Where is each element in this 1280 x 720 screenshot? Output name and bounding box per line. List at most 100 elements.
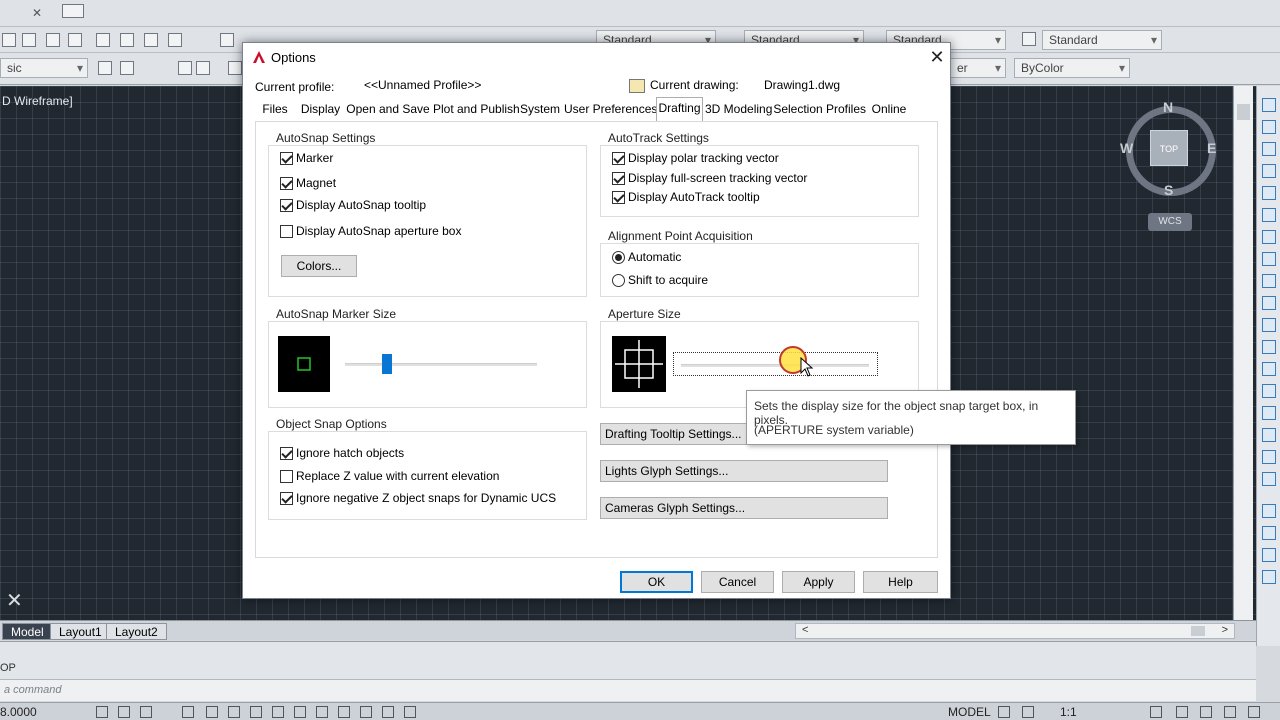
dynamic-input-icon[interactable] [272,706,284,718]
dialog-title-bar[interactable]: Options ✕ [243,43,950,73]
tab-files[interactable]: Files [255,99,295,121]
quick-properties-icon[interactable] [404,706,416,718]
scroll-thumb[interactable] [1237,104,1250,120]
model-grid-icon[interactable] [998,706,1010,718]
automatic-radio[interactable] [612,251,625,264]
group-select-icon[interactable] [1262,570,1276,584]
replace-z-checkbox[interactable] [280,470,293,483]
move-icon[interactable] [1262,230,1276,244]
explode-icon[interactable] [1262,472,1276,486]
selection-cycling-icon[interactable] [338,706,350,718]
dynamic-ucs-icon[interactable] [250,706,262,718]
chamfer-icon[interactable] [1262,406,1276,420]
print-icon[interactable] [46,33,60,47]
tab-layout1[interactable]: Layout1 [50,623,111,640]
snap-icon[interactable] [118,706,130,718]
scroll-left-icon[interactable]: < [802,624,808,636]
scale-icon[interactable] [1262,274,1276,288]
scroll-thumb-horizontal[interactable] [1191,626,1205,636]
compass-west[interactable]: W [1120,140,1133,156]
search-icon[interactable] [22,33,36,47]
publish-icon[interactable] [68,33,82,47]
close-icon[interactable]: ✕ [926,46,948,68]
annotation-scale[interactable]: 1:1 [1060,705,1077,719]
aperture-size-track[interactable] [681,364,869,367]
tab-model[interactable]: Model [2,623,53,640]
ignore-hatch-checkbox[interactable] [280,447,293,460]
plus-icon[interactable] [1176,706,1188,718]
polar-tracking-checkbox[interactable] [612,152,625,165]
color-fragment-select[interactable]: er [950,58,1006,78]
tab-plot-and-publish[interactable]: Plot and Publish [433,99,520,121]
lights-glyph-settings-button[interactable]: Lights Glyph Settings... [600,460,888,482]
marker-size-track[interactable] [345,363,537,366]
autotrack-tooltip-checkbox[interactable] [612,191,625,204]
tab-open-and-save[interactable]: Open and Save [346,99,430,121]
copy-icon[interactable] [120,33,134,47]
blend-icon[interactable] [1262,450,1276,464]
osnap-icon[interactable] [206,706,218,718]
tab-layout2[interactable]: Layout2 [106,623,167,640]
horizontal-scrollbar[interactable]: < > [795,623,1235,639]
isolate-icon[interactable] [1224,706,1236,718]
workspace-select[interactable]: sic [0,58,88,78]
lock-icon[interactable] [228,61,242,75]
compass-north[interactable]: N [1163,99,1173,115]
mirror-icon[interactable] [1262,164,1276,178]
fillet-icon[interactable] [1262,428,1276,442]
gear-icon[interactable] [98,61,112,75]
copy-tool-icon[interactable] [1262,142,1276,156]
ignore-negative-z-checkbox[interactable] [280,492,293,505]
group-icon[interactable] [1262,504,1276,518]
marker-size-slider[interactable] [382,354,393,374]
3d-osnap-icon[interactable] [360,706,372,718]
command-input[interactable]: a command [0,679,1256,701]
compass-south[interactable]: S [1164,182,1173,198]
erase-icon[interactable] [1262,120,1276,134]
grid-icon[interactable] [96,706,108,718]
marker-checkbox[interactable] [280,152,293,165]
rotate-icon[interactable] [1262,252,1276,266]
extend-icon[interactable] [1262,340,1276,354]
wcs-menu[interactable]: WCS [1148,213,1192,231]
apply-button[interactable]: Apply [782,571,855,593]
close-icon[interactable]: ✕ [32,6,46,20]
viewport-label[interactable]: D Wireframe] [2,94,73,108]
hardware-icon[interactable] [1200,706,1212,718]
clean-screen-icon[interactable] [1248,706,1260,718]
autosnap-tooltip-checkbox[interactable] [280,199,293,212]
new-icon[interactable] [2,33,16,47]
cameras-glyph-settings-button[interactable]: Cameras Glyph Settings... [600,497,888,519]
viewcube-top[interactable]: TOP [1150,130,1188,166]
otrack-icon[interactable] [228,706,240,718]
ungroup-icon[interactable] [1262,526,1276,540]
layer-state-icon[interactable] [120,61,134,75]
group-edit-icon[interactable] [1262,548,1276,562]
lineweight-icon[interactable] [294,706,306,718]
draw-line-icon[interactable] [1262,98,1276,112]
colors-button[interactable]: Colors... [281,255,357,277]
join-icon[interactable] [1262,384,1276,398]
tab-online[interactable]: Online [869,99,909,121]
ortho-icon[interactable] [140,706,152,718]
tab-icon[interactable] [62,4,84,18]
scroll-right-icon[interactable]: > [1222,624,1228,636]
annotation-icon[interactable] [382,706,394,718]
shift-to-acquire-radio[interactable] [612,274,625,287]
sun-icon[interactable] [196,61,210,75]
mleader-icon[interactable] [1022,32,1036,46]
workspace-gear-icon[interactable] [1150,706,1162,718]
undo-icon[interactable] [220,33,234,47]
model-space-button[interactable]: MODEL [948,705,991,719]
cancel-button[interactable]: Cancel [701,571,774,593]
color-select[interactable]: ByColor [1014,58,1130,78]
cut-icon[interactable] [96,33,110,47]
fullscreen-tracking-checkbox[interactable] [612,172,625,185]
stretch-icon[interactable] [1262,296,1276,310]
help-button[interactable]: Help [863,571,938,593]
offset-icon[interactable] [1262,186,1276,200]
tab-system[interactable]: System [519,99,561,121]
tab-profiles[interactable]: Profiles [826,99,866,121]
aperture-box-checkbox[interactable] [280,225,293,238]
compass-east[interactable]: E [1207,140,1216,156]
